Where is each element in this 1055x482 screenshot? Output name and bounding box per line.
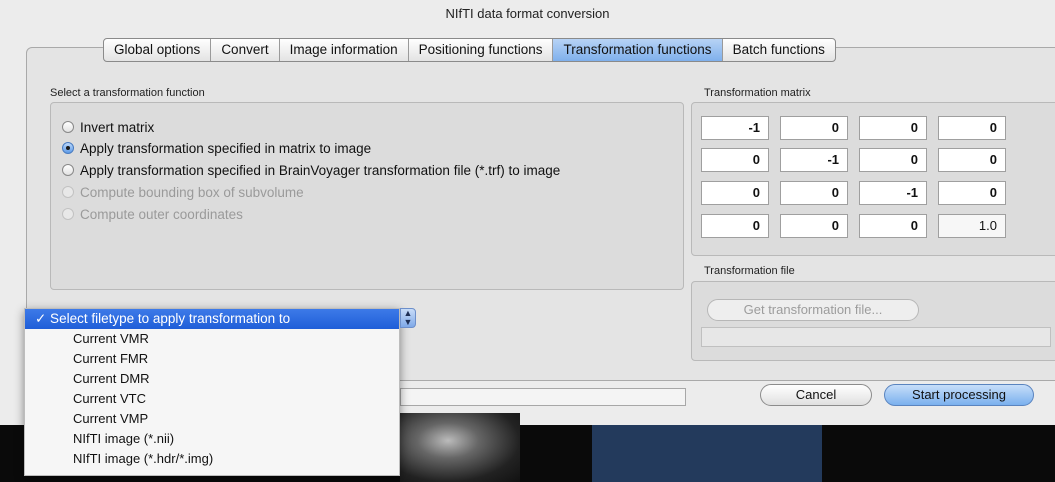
cancel-button[interactable]: Cancel bbox=[760, 384, 872, 406]
radio-label: Compute bounding box of subvolume bbox=[80, 184, 304, 200]
radio-button-icon[interactable] bbox=[62, 164, 74, 176]
tab-transformation-functions[interactable]: Transformation functions bbox=[553, 39, 723, 61]
matrix-cell-r4c2[interactable]: 0 bbox=[780, 214, 848, 238]
radio-invert-matrix[interactable]: Invert matrix bbox=[62, 117, 154, 137]
tab-image-information[interactable]: Image information bbox=[280, 39, 409, 61]
radio-button-icon[interactable] bbox=[62, 121, 74, 133]
matrix-cell-r2c3[interactable]: 0 bbox=[859, 148, 927, 172]
matrix-cell-r1c4[interactable]: 0 bbox=[938, 116, 1006, 140]
dropdown-item-current-dmr[interactable]: Current DMR bbox=[25, 369, 399, 389]
tab-positioning-functions[interactable]: Positioning functions bbox=[409, 39, 554, 61]
background-panel bbox=[592, 425, 822, 482]
get-transformation-file-button: Get transformation file... bbox=[707, 299, 919, 321]
dropdown-item-current-fmr[interactable]: Current FMR bbox=[25, 349, 399, 369]
radio-apply-matrix[interactable]: Apply transformation specified in matrix… bbox=[62, 138, 371, 158]
tab-bar: Global options Convert Image information… bbox=[103, 38, 836, 62]
radio-label: Apply transformation specified in matrix… bbox=[80, 140, 372, 156]
matrix-cell-r1c3[interactable]: 0 bbox=[859, 116, 927, 140]
matrix-group-label: Transformation matrix bbox=[704, 87, 811, 99]
radio-apply-trf-file[interactable]: Apply transformation specified in BrainV… bbox=[62, 160, 560, 180]
matrix-cell-r1c2[interactable]: 0 bbox=[780, 116, 848, 140]
matrix-cell-r3c2[interactable]: 0 bbox=[780, 181, 848, 205]
dropdown-item-nifti-nii[interactable]: NIfTI image (*.nii) bbox=[25, 429, 399, 449]
radio-bounding-box: Compute bounding box of subvolume bbox=[62, 182, 304, 202]
dropdown-item-current-vtc[interactable]: Current VTC bbox=[25, 389, 399, 409]
matrix-cell-r2c4[interactable]: 0 bbox=[938, 148, 1006, 172]
brain-image bbox=[400, 413, 520, 482]
matrix-cell-r3c1[interactable]: 0 bbox=[701, 181, 769, 205]
file-group-label: Transformation file bbox=[704, 265, 795, 277]
function-group-label: Select a transformation function bbox=[50, 87, 205, 99]
tab-convert[interactable]: Convert bbox=[211, 39, 280, 61]
radio-button-selected-icon[interactable] bbox=[62, 142, 74, 154]
dropdown-item-select-filetype[interactable]: ✓ Select filetype to apply transformatio… bbox=[25, 309, 399, 329]
progress-bar bbox=[400, 388, 686, 406]
dropdown-item-current-vmp[interactable]: Current VMP bbox=[25, 409, 399, 429]
radio-label: Compute outer coordinates bbox=[80, 206, 243, 222]
matrix-cell-r2c1[interactable]: 0 bbox=[701, 148, 769, 172]
matrix-cell-r4c3[interactable]: 0 bbox=[859, 214, 927, 238]
dropdown-stepper-icon[interactable]: ▲ ▼ bbox=[400, 308, 416, 328]
matrix-cell-r4c1[interactable]: 0 bbox=[701, 214, 769, 238]
dropdown-item-current-vmr[interactable]: Current VMR bbox=[25, 329, 399, 349]
filetype-dropdown-menu[interactable]: ✓ Select filetype to apply transformatio… bbox=[24, 308, 400, 476]
radio-button-icon bbox=[62, 208, 74, 220]
radio-label: Apply transformation specified in BrainV… bbox=[80, 162, 561, 178]
dropdown-item-nifti-hdr-img[interactable]: NIfTI image (*.hdr/*.img) bbox=[25, 449, 399, 469]
radio-label: Invert matrix bbox=[80, 119, 155, 135]
start-processing-button[interactable]: Start processing bbox=[884, 384, 1034, 406]
window-title: NIfTI data format conversion bbox=[445, 6, 610, 21]
matrix-cell-r1c1[interactable]: -1 bbox=[701, 116, 769, 140]
matrix-cell-r4c4: 1.0 bbox=[938, 214, 1006, 238]
radio-button-icon bbox=[62, 186, 74, 198]
tab-global-options[interactable]: Global options bbox=[104, 39, 212, 61]
matrix-cell-r3c3[interactable]: -1 bbox=[859, 181, 927, 205]
matrix-cell-r3c4[interactable]: 0 bbox=[938, 181, 1006, 205]
transformation-file-path-field bbox=[701, 327, 1051, 347]
file-group bbox=[691, 281, 1055, 361]
radio-outer-coordinates: Compute outer coordinates bbox=[62, 204, 243, 224]
tab-batch-functions[interactable]: Batch functions bbox=[723, 39, 835, 61]
matrix-cell-r2c2[interactable]: -1 bbox=[780, 148, 848, 172]
